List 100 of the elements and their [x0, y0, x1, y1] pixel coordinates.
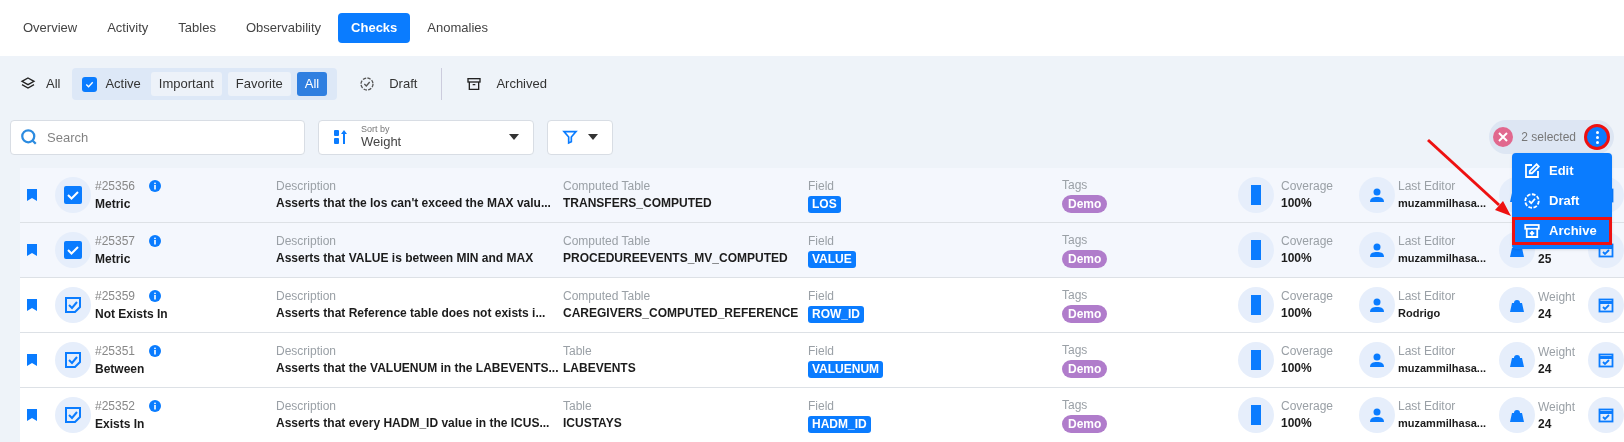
description-label: Description — [276, 398, 338, 414]
weight-label: Weight — [1538, 289, 1577, 305]
weight-icon — [1509, 352, 1525, 368]
tab[interactable]: Observability — [232, 13, 335, 43]
person-icon — [1369, 297, 1385, 313]
weight-value: 24 — [1538, 306, 1553, 323]
field-tag: HADM_ID — [808, 415, 871, 433]
filter-button[interactable] — [547, 119, 613, 155]
info-icon[interactable] — [149, 345, 162, 357]
description-text: Asserts that Reference table does not exists i... — [276, 305, 547, 322]
editor-name: muzammilhasa... — [1398, 251, 1488, 266]
coverage-bar-icon — [1251, 350, 1261, 370]
table-name: TRANSFERS_COMPUTED — [563, 195, 713, 212]
filter-chip[interactable]: All — [296, 72, 328, 96]
bookmark-icon[interactable] — [27, 409, 37, 421]
editor-label: Last Editor — [1398, 288, 1457, 304]
field-label: Field — [808, 342, 834, 359]
bookmark-icon[interactable] — [27, 299, 37, 311]
field-tag: VALUENUM — [808, 360, 884, 378]
filter-chip[interactable]: Important — [150, 72, 222, 96]
check-type: Exists In — [95, 416, 146, 433]
tab[interactable]: Checks — [338, 13, 411, 43]
filter-icon — [562, 129, 578, 145]
weight-label: Weight — [1538, 344, 1577, 360]
check-type: Metric — [95, 196, 132, 213]
table-label: Computed Table — [563, 233, 652, 249]
coverage-value: 100% — [1281, 415, 1313, 432]
field-tag: VALUE — [808, 250, 856, 268]
check-type: Between — [95, 361, 146, 378]
coverage-label: Coverage — [1281, 233, 1335, 249]
editor-name: muzammilhasa... — [1398, 196, 1488, 211]
coverage-value: 100% — [1281, 305, 1313, 322]
bookmark-icon[interactable] — [27, 189, 37, 201]
weight-icon — [1509, 297, 1525, 313]
tags-label: Tags — [1062, 397, 1088, 413]
tag: Demo — [1062, 415, 1108, 433]
editor-label: Last Editor — [1398, 178, 1457, 194]
coverage-label: Coverage — [1281, 178, 1335, 194]
bookmark-icon[interactable] — [27, 244, 37, 256]
sort-label: Sort by — [361, 124, 390, 134]
description-label: Description — [276, 288, 338, 304]
description-text: Asserts that the VALUENUM in the LABEVENTS... — [276, 360, 560, 377]
field-label: Field — [808, 397, 834, 414]
filter-chip[interactable]: Favorite — [227, 72, 291, 96]
tags-label: Tags — [1062, 287, 1088, 303]
sort-dropdown[interactable]: Sort by Weight — [318, 119, 534, 155]
description-text: Asserts that VALUE is between MIN and MAX — [276, 250, 535, 267]
description-text: Asserts that the los can't exceed the MAX valu... — [276, 195, 552, 212]
coverage-label: Coverage — [1281, 343, 1335, 359]
tab[interactable]: Overview — [10, 13, 91, 43]
selection-count: 2 selected — [1521, 129, 1576, 146]
check-id: #25352 — [95, 398, 136, 415]
field-label: Field — [808, 232, 834, 249]
info-icon[interactable] — [149, 290, 162, 302]
check-note-icon — [64, 406, 82, 424]
info-icon[interactable] — [149, 180, 162, 192]
coverage-label: Coverage — [1281, 288, 1335, 304]
menu-item[interactable]: Archive — [1512, 217, 1612, 245]
check-id: #25357 — [95, 233, 136, 250]
person-icon — [1369, 242, 1385, 258]
sort-value: Weight — [361, 134, 402, 150]
description-label: Description — [276, 343, 338, 359]
check-note-icon — [64, 296, 82, 314]
coverage-bar-icon — [1251, 405, 1261, 425]
table-label: Computed Table — [563, 178, 652, 194]
table-label: Computed Table — [563, 288, 652, 304]
more-button[interactable] — [1584, 124, 1610, 150]
check-id: #25351 — [95, 343, 136, 360]
checkbox[interactable] — [82, 76, 98, 92]
description-label: Description — [276, 178, 338, 194]
caret-icon — [509, 134, 519, 140]
search-field[interactable]: Search — [10, 119, 305, 155]
table-label: Table — [563, 398, 593, 414]
table-label: Table — [563, 343, 593, 359]
editor-name: muzammilhasa... — [1398, 416, 1488, 431]
all-filter[interactable]: All — [20, 74, 61, 94]
edit-icon — [1523, 162, 1541, 180]
clear-selection-icon[interactable] — [1493, 127, 1514, 147]
draft-filter[interactable]: Draft — [359, 74, 418, 94]
weight-value: 25 — [1538, 251, 1553, 268]
bookmark-icon[interactable] — [27, 354, 37, 366]
person-icon — [1369, 407, 1385, 423]
menu-item[interactable]: Draft — [1512, 187, 1612, 215]
coverage-bar-icon — [1251, 295, 1261, 315]
field-tag: LOS — [808, 195, 841, 213]
active-filter[interactable]: Active — [82, 74, 145, 94]
archived-filter[interactable]: Archived — [466, 74, 547, 94]
check-id: #25356 — [95, 178, 136, 195]
tab[interactable]: Tables — [165, 13, 229, 43]
info-icon[interactable] — [149, 235, 162, 247]
weight-label: Weight — [1538, 399, 1577, 415]
checked-checkbox-icon — [64, 186, 82, 204]
tab[interactable]: Activity — [94, 13, 162, 43]
tab[interactable]: Anomalies — [414, 13, 502, 43]
field-tag: ROW_ID — [808, 305, 864, 323]
tag: Demo — [1062, 250, 1108, 268]
archive-icon — [466, 76, 483, 92]
tags-label: Tags — [1062, 177, 1088, 193]
info-icon[interactable] — [149, 400, 162, 412]
editor-name: muzammilhasa... — [1398, 361, 1488, 376]
